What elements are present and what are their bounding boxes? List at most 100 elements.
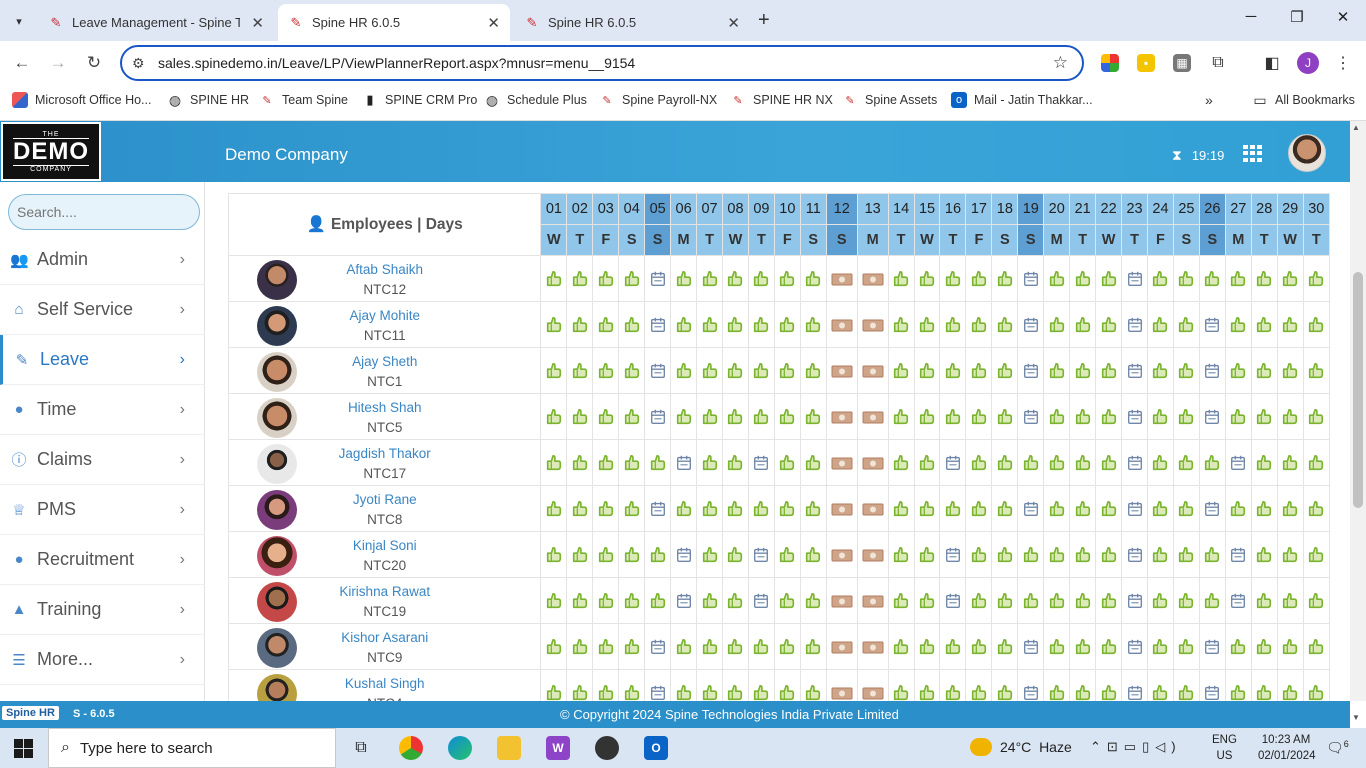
day-status-cell[interactable] <box>1043 485 1071 532</box>
day-status-cell[interactable] <box>1198 531 1226 578</box>
day-status-cell[interactable] <box>1069 577 1097 624</box>
day-status-cell[interactable] <box>799 669 827 701</box>
sidebar-item-training[interactable]: ▲ Training › <box>0 585 205 635</box>
user-avatar[interactable] <box>1288 134 1326 172</box>
bookmark-star-icon[interactable]: ☆ <box>1053 53 1068 73</box>
bookmark-spine-crm[interactable]: ▮ SPINE CRM Pro <box>362 92 477 108</box>
browser-tab-1[interactable]: ✎ Leave Management - Spine Tec ✕ <box>38 4 274 41</box>
weather-widget[interactable]: 24°C Haze <box>970 738 1072 756</box>
day-status-cell[interactable] <box>887 301 915 348</box>
day-status-cell[interactable] <box>1017 255 1045 302</box>
day-status-cell[interactable] <box>887 485 915 532</box>
day-status-cell[interactable] <box>1172 577 1200 624</box>
day-status-cell[interactable] <box>939 301 967 348</box>
day-status-cell[interactable] <box>1069 347 1097 394</box>
day-status-cell[interactable] <box>1146 485 1174 532</box>
day-status-cell[interactable] <box>1172 347 1200 394</box>
day-status-cell[interactable] <box>1121 255 1148 302</box>
site-info-icon[interactable]: ⚙ <box>132 55 152 72</box>
day-status-cell[interactable] <box>773 577 801 624</box>
day-status-cell[interactable] <box>670 301 698 348</box>
day-status-cell[interactable] <box>1302 623 1330 670</box>
day-status-cell[interactable] <box>965 393 993 440</box>
day-status-cell[interactable] <box>913 669 941 701</box>
day-status-cell[interactable] <box>1017 669 1045 701</box>
day-status-cell[interactable] <box>1198 669 1226 701</box>
day-status-cell[interactable] <box>1172 623 1200 670</box>
tab-search-chevron-icon[interactable]: ▾ <box>8 10 30 32</box>
day-status-cell[interactable] <box>856 393 889 440</box>
day-status-cell[interactable] <box>773 439 801 486</box>
day-status-cell[interactable] <box>566 393 594 440</box>
profile-avatar[interactable]: J <box>1297 52 1319 74</box>
day-status-cell[interactable] <box>1121 347 1148 394</box>
back-arrow-icon[interactable]: ← <box>10 53 34 73</box>
day-status-cell[interactable] <box>1276 301 1304 348</box>
day-status-cell[interactable] <box>721 669 749 701</box>
restore-icon[interactable]: ❐ <box>1282 8 1312 26</box>
system-tray-icons[interactable]: ⌃⊡▭▯◁) <box>1090 739 1182 755</box>
day-status-cell[interactable] <box>825 347 858 394</box>
day-status-cell[interactable] <box>799 623 827 670</box>
day-status-cell[interactable] <box>540 531 568 578</box>
day-status-cell[interactable] <box>1017 623 1045 670</box>
day-status-cell[interactable] <box>913 393 941 440</box>
day-status-cell[interactable] <box>887 577 915 624</box>
day-status-cell[interactable] <box>747 485 775 532</box>
day-status-cell[interactable] <box>1017 531 1045 578</box>
day-status-cell[interactable] <box>825 577 858 624</box>
day-status-cell[interactable] <box>1043 439 1071 486</box>
day-status-cell[interactable] <box>913 255 941 302</box>
day-status-cell[interactable] <box>670 255 698 302</box>
windows-start-icon[interactable] <box>14 739 33 758</box>
day-status-cell[interactable] <box>825 393 858 440</box>
day-status-cell[interactable] <box>856 577 889 624</box>
day-status-cell[interactable] <box>1095 393 1123 440</box>
day-status-cell[interactable] <box>939 393 967 440</box>
day-status-cell[interactable] <box>1224 255 1252 302</box>
day-status-cell[interactable] <box>747 301 775 348</box>
day-status-cell[interactable] <box>1121 439 1148 486</box>
apps-grid-icon[interactable] <box>1243 145 1264 162</box>
day-status-cell[interactable] <box>1095 255 1123 302</box>
day-status-cell[interactable] <box>721 577 749 624</box>
day-status-cell[interactable] <box>1146 439 1174 486</box>
day-status-cell[interactable] <box>913 301 941 348</box>
new-tab-plus-icon[interactable]: + <box>758 9 770 32</box>
day-status-cell[interactable] <box>856 439 889 486</box>
day-status-cell[interactable] <box>1146 577 1174 624</box>
day-status-cell[interactable] <box>856 669 889 701</box>
day-status-cell[interactable] <box>1276 623 1304 670</box>
day-status-cell[interactable] <box>1095 301 1123 348</box>
day-status-cell[interactable] <box>991 577 1019 624</box>
extension-color-icon[interactable] <box>1101 54 1119 72</box>
day-status-cell[interactable] <box>799 439 827 486</box>
day-status-cell[interactable] <box>1043 393 1071 440</box>
day-status-cell[interactable] <box>887 439 915 486</box>
day-status-cell[interactable] <box>773 669 801 701</box>
day-status-cell[interactable] <box>825 531 858 578</box>
day-status-cell[interactable] <box>856 347 889 394</box>
day-status-cell[interactable] <box>670 347 698 394</box>
day-status-cell[interactable] <box>773 623 801 670</box>
day-status-cell[interactable] <box>887 531 915 578</box>
camera-app-icon[interactable] <box>595 736 619 760</box>
sidebar-item-claims[interactable]: ⓘ Claims › <box>0 435 205 485</box>
scrollbar-thumb[interactable] <box>1353 272 1363 508</box>
day-status-cell[interactable] <box>592 485 620 532</box>
day-status-cell[interactable] <box>887 393 915 440</box>
day-status-cell[interactable] <box>592 439 620 486</box>
bookmark-spine-assets[interactable]: ✎ Spine Assets <box>842 92 937 108</box>
day-status-cell[interactable] <box>747 347 775 394</box>
day-status-cell[interactable] <box>856 255 889 302</box>
bookmark-schedule-plus[interactable]: ◍ Schedule Plus <box>484 92 587 108</box>
day-status-cell[interactable] <box>1146 347 1174 394</box>
bookmark-team-spine[interactable]: ✎ Team Spine <box>259 92 348 108</box>
day-status-cell[interactable] <box>1224 623 1252 670</box>
day-status-cell[interactable] <box>696 623 723 670</box>
chrome-icon[interactable] <box>399 736 423 760</box>
day-status-cell[interactable] <box>939 439 967 486</box>
day-status-cell[interactable] <box>913 531 941 578</box>
side-panel-icon[interactable]: ◧ <box>1263 54 1281 72</box>
day-status-cell[interactable] <box>1198 439 1226 486</box>
